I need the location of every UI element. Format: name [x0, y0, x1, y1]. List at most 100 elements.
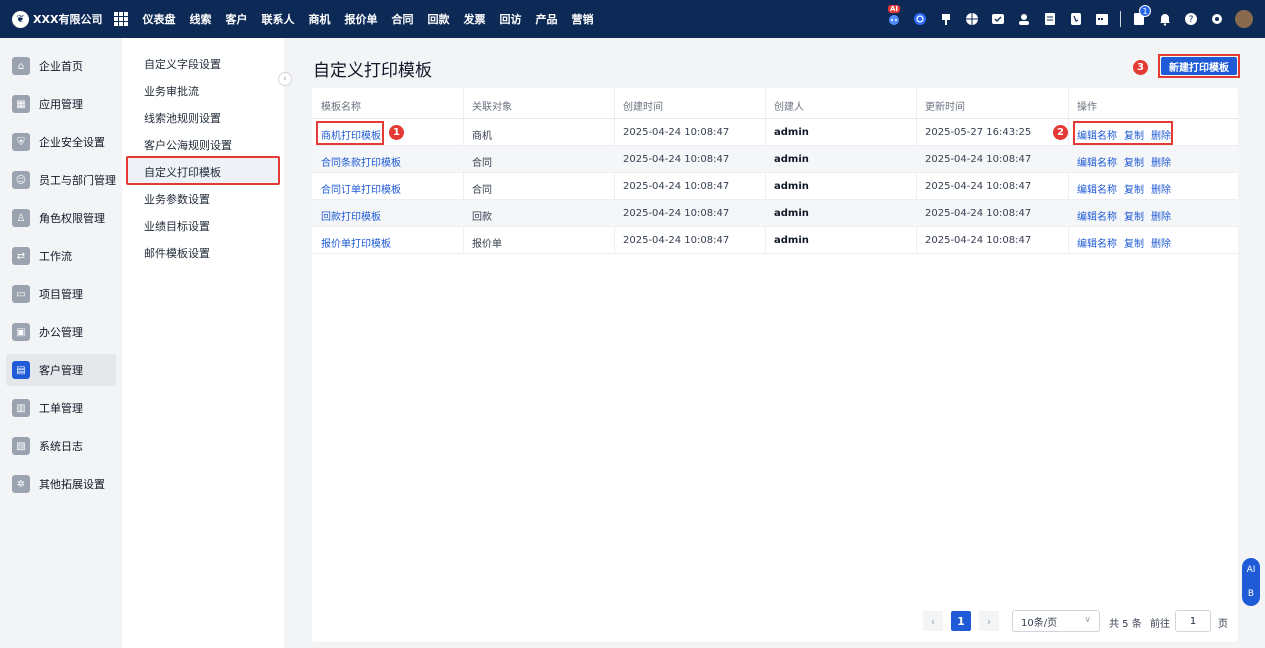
sidebar-item-label: 角色权限管理 [39, 212, 105, 225]
header-tools: AI 1 ? [876, 0, 1253, 38]
sidebar-item-label: 办公管理 [39, 326, 83, 339]
company-logo[interactable]: ❦ XXX有限公司 [12, 10, 102, 28]
copy-link[interactable]: 复制 [1124, 158, 1144, 169]
sidebar-item-security[interactable]: ⛨ 企业安全设置 [6, 126, 116, 158]
user-avatar[interactable] [1235, 10, 1253, 28]
edit-name-link[interactable]: 编辑名称 [1077, 185, 1117, 196]
sidebar-item-logs[interactable]: ▧ 系统日志 [6, 430, 116, 462]
sidebar-item-workflow[interactable]: ⇄ 工作流 [6, 240, 116, 272]
delete-link[interactable]: 删除 [1151, 212, 1171, 223]
nav-payments[interactable]: 回款 [427, 11, 449, 27]
nav-contracts[interactable]: 合同 [391, 11, 413, 27]
sidebar-item-staff[interactable]: ☺ 员工与部门管理 [6, 164, 116, 196]
apps-grid-icon[interactable] [114, 12, 129, 26]
ai-assistant-icon[interactable]: AI [886, 5, 902, 27]
new-print-template-button[interactable]: 新建打印模板 [1161, 57, 1237, 75]
page-1-button[interactable]: 1 [951, 611, 971, 631]
copy-link[interactable]: 复制 [1124, 185, 1144, 196]
sidebar-item-projects[interactable]: ▭ 项目管理 [6, 278, 116, 310]
row-actions-highlight [1073, 121, 1173, 145]
creator: admin [774, 208, 809, 219]
sidebar-item-label: 应用管理 [39, 98, 83, 111]
svg-text:?: ? [1189, 15, 1194, 25]
created-time: 2025-04-24 10:08:47 [623, 181, 730, 192]
creator: admin [774, 235, 809, 246]
template-table: 模板名称 关联对象 创建时间 创建人 更新时间 操作 商机打印模板 商机 202… [312, 88, 1238, 642]
delete-link[interactable]: 删除 [1151, 158, 1171, 169]
check-mail-icon[interactable] [990, 11, 1006, 27]
edit-name-link[interactable]: 编辑名称 [1077, 158, 1117, 169]
submenu-lead-pool-rules[interactable]: 线索池规则设置 [144, 110, 221, 126]
gear-icon[interactable] [1209, 11, 1225, 27]
submenu-approval-flow[interactable]: 业务审批流 [144, 83, 199, 99]
submenu-custom-fields[interactable]: 自定义字段设置 [144, 56, 221, 72]
goto-page-input[interactable]: 1 [1175, 610, 1211, 632]
template-name-link[interactable]: 合同订单打印模板 [321, 181, 401, 196]
prev-page-button[interactable]: ‹ [923, 611, 943, 631]
creator: admin [774, 154, 809, 165]
nav-visits[interactable]: 回访 [499, 11, 521, 27]
help-icon[interactable]: ? [1183, 11, 1199, 27]
template-name-link[interactable]: 回款打印模板 [321, 208, 381, 223]
submenu-print-templates[interactable]: 自定义打印模板 [144, 164, 221, 180]
sidebar-item-extensions[interactable]: ✲ 其他拓展设置 [6, 468, 116, 500]
sidebar-item-home[interactable]: ⌂ 企业首页 [6, 50, 116, 82]
secondary-sidebar: 自定义字段设置 业务审批流 线索池规则设置 客户公海规则设置 自定义打印模板 业… [122, 38, 284, 648]
submenu-business-params[interactable]: 业务参数设置 [144, 191, 210, 207]
nav-contacts[interactable]: 联系人 [261, 11, 294, 27]
sidebar-item-apps[interactable]: ▦ 应用管理 [6, 88, 116, 120]
copy-link[interactable]: 复制 [1124, 212, 1144, 223]
total-count: 共 5 条 [1109, 619, 1142, 630]
submenu-performance-goals[interactable]: 业绩目标设置 [144, 218, 210, 234]
sidebar-item-tickets[interactable]: ▥ 工单管理 [6, 392, 116, 424]
delete-link[interactable]: 删除 [1151, 185, 1171, 196]
related-object: 合同 [472, 158, 492, 169]
edit-name-link[interactable]: 编辑名称 [1077, 239, 1117, 250]
next-page-button[interactable]: › [979, 611, 999, 631]
row-actions: 编辑名称 复制 删除 [1077, 208, 1178, 223]
submenu-public-pool-rules[interactable]: 客户公海规则设置 [144, 137, 232, 153]
users-icon: ☺ [12, 171, 30, 189]
globe-icon[interactable] [964, 11, 980, 27]
workflow-icon: ⇄ [12, 247, 30, 265]
page-size-value: 10条/页 [1021, 617, 1058, 629]
nav-quotes[interactable]: 报价单 [344, 11, 377, 27]
chat-icon[interactable] [912, 11, 928, 27]
calendar-icon[interactable] [1094, 11, 1110, 27]
nav-dashboard[interactable]: 仪表盘 [142, 11, 175, 27]
folder-icon: ▭ [12, 285, 30, 303]
template-name-link[interactable]: 报价单打印模板 [321, 235, 391, 250]
page-size-select[interactable]: 10条/页 ∨ [1012, 610, 1100, 632]
chevron-down-icon: ∨ [1084, 615, 1091, 625]
nav-opportunities[interactable]: 商机 [308, 11, 330, 27]
document-icon[interactable] [1042, 11, 1058, 27]
template-name-highlight [316, 121, 384, 145]
template-name-link[interactable]: 合同条款打印模板 [321, 154, 401, 169]
sidebar-item-customers[interactable]: ▤ 客户管理 [6, 354, 116, 386]
submenu-email-templates[interactable]: 邮件模板设置 [144, 245, 210, 261]
edit-name-link[interactable]: 编辑名称 [1077, 212, 1117, 223]
sidebar-item-office[interactable]: ▣ 办公管理 [6, 316, 116, 348]
row-actions: 编辑名称 复制 删除 [1077, 181, 1178, 196]
bell-icon[interactable] [1157, 11, 1173, 27]
copy-link[interactable]: 复制 [1124, 239, 1144, 250]
task-icon[interactable]: 1 [1131, 5, 1151, 27]
col-updated-time: 更新时间 [925, 102, 965, 113]
created-time: 2025-04-24 10:08:47 [623, 127, 730, 138]
main-nav: 仪表盘 线索 客户 联系人 商机 报价单 合同 回款 发票 回访 产品 营销 [138, 11, 607, 27]
nav-leads[interactable]: 线索 [189, 11, 211, 27]
sidebar-item-roles[interactable]: ♙ 角色权限管理 [6, 202, 116, 234]
nav-customers[interactable]: 客户 [225, 11, 247, 27]
nav-marketing[interactable]: 营销 [571, 11, 593, 27]
updated-time: 2025-04-24 10:08:47 [925, 208, 1032, 219]
contact-icon[interactable] [1016, 11, 1032, 27]
delete-link[interactable]: 删除 [1151, 239, 1171, 250]
floating-assistant-button[interactable]: AI B [1242, 558, 1260, 606]
sidebar-item-label: 企业安全设置 [39, 136, 105, 149]
nav-invoices[interactable]: 发票 [463, 11, 485, 27]
collapse-sidebar-button[interactable]: ‹ [278, 72, 292, 86]
pin-icon[interactable] [938, 11, 954, 27]
nav-products[interactable]: 产品 [535, 11, 557, 27]
phone-icon[interactable] [1068, 11, 1084, 27]
ai-badge: AI [888, 5, 901, 13]
